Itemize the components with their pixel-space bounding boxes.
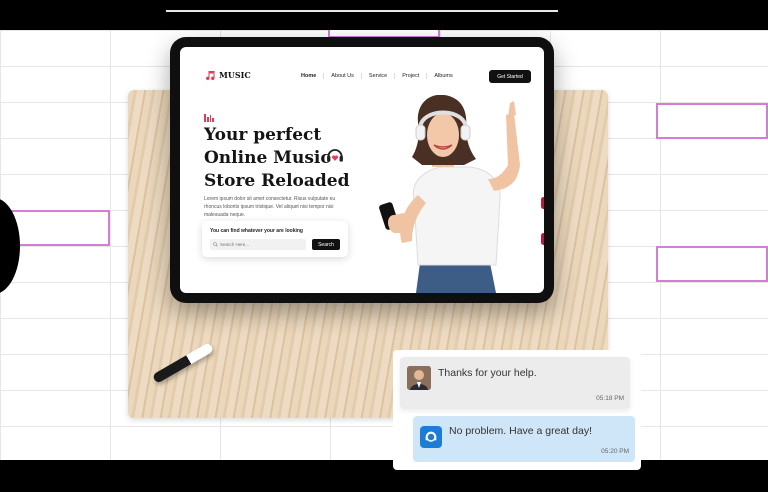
equalizer-icon bbox=[204, 114, 214, 122]
get-started-button[interactable]: Get Started bbox=[489, 70, 531, 83]
top-divider bbox=[166, 10, 558, 12]
search-label: You can find whatever your are looking bbox=[210, 228, 303, 234]
message-text: No problem. Have a great day! bbox=[449, 425, 592, 437]
edge-marker bbox=[541, 233, 544, 245]
highlighted-cell bbox=[656, 103, 768, 139]
nav-item-project[interactable]: Project bbox=[394, 73, 426, 79]
nav-item-about-us[interactable]: About Us bbox=[323, 73, 361, 79]
search-card: You can find whatever your are looking S… bbox=[202, 221, 348, 257]
avatar bbox=[420, 426, 442, 448]
music-note-icon bbox=[206, 71, 215, 81]
message-time: 05:20 PM bbox=[601, 448, 629, 455]
chat-panel: Thanks for your help. 05:18 PM No proble… bbox=[393, 350, 641, 470]
chat-reply: No problem. Have a great day! 05:20 PM bbox=[413, 416, 635, 462]
headphones-heart-icon bbox=[327, 149, 343, 162]
website-screen: MUSIC Home About Us Service Project Albu… bbox=[180, 47, 544, 293]
site-navbar: MUSIC Home About Us Service Project Albu… bbox=[180, 47, 544, 87]
nav-item-home[interactable]: Home bbox=[294, 73, 323, 79]
user-photo-icon bbox=[407, 366, 431, 390]
hero-description: Lorem ipsum dolor sit amet consectetur. … bbox=[204, 196, 336, 218]
nav-item-albums[interactable]: Albums bbox=[426, 73, 459, 79]
search-input[interactable] bbox=[210, 239, 306, 250]
nav-menu: Home About Us Service Project Albums bbox=[294, 73, 460, 79]
edge-marker bbox=[541, 197, 544, 209]
tablet-device: MUSIC Home About Us Service Project Albu… bbox=[170, 37, 554, 303]
highlighted-cell bbox=[656, 246, 768, 282]
message-text: Thanks for your help. bbox=[438, 367, 537, 379]
site-logo[interactable]: MUSIC bbox=[204, 69, 251, 81]
message-time: 05:18 PM bbox=[596, 395, 624, 402]
nav-item-service[interactable]: Service bbox=[360, 73, 394, 79]
chat-message: Thanks for your help. 05:18 PM bbox=[400, 357, 630, 409]
logo-text: MUSIC bbox=[219, 70, 251, 80]
support-agent-icon bbox=[425, 431, 437, 442]
avatar bbox=[407, 366, 431, 390]
search-button[interactable]: Search bbox=[312, 239, 340, 250]
woman-with-headphones-image bbox=[379, 95, 520, 293]
search-icon bbox=[213, 242, 218, 247]
